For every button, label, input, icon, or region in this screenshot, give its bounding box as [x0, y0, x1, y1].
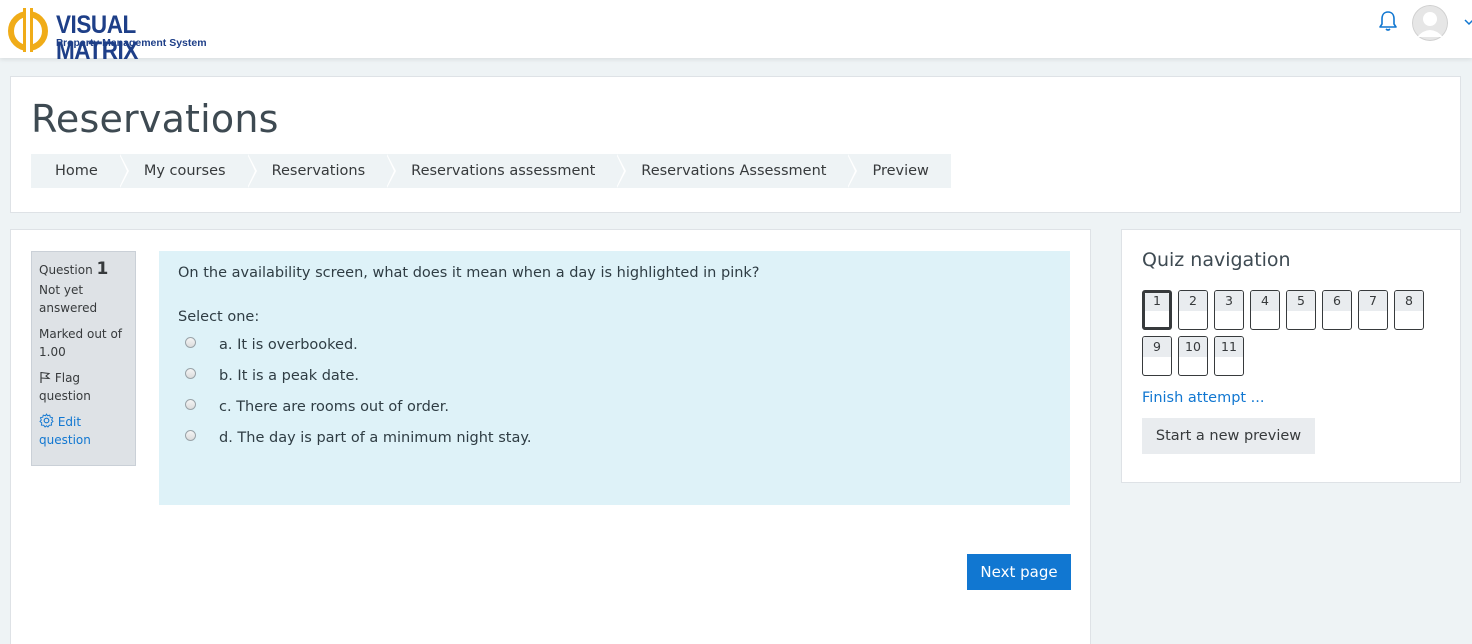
quiz-nav-button-7[interactable]: 7 [1358, 290, 1388, 330]
quiz-nav-button-9[interactable]: 9 [1142, 336, 1172, 376]
answer-label[interactable]: d. The day is part of a minimum night st… [219, 430, 531, 446]
user-avatar-icon [1412, 5, 1448, 41]
answer-label[interactable]: b. It is a peak date. [219, 368, 359, 384]
answer-radio[interactable] [185, 430, 196, 441]
flag-question-link[interactable]: Flag question [39, 369, 128, 405]
answer-option-c[interactable]: c. There are rooms out of order. [178, 391, 1051, 422]
quiz-nav-number: 9 [1143, 337, 1171, 357]
question-grade: Marked out of 1.00 [39, 327, 123, 359]
quiz-nav-number: 5 [1287, 291, 1315, 311]
answer-option-b[interactable]: b. It is a peak date. [178, 360, 1051, 391]
finish-attempt-link[interactable]: Finish attempt ... [1142, 390, 1265, 406]
logo-subtitle: Property Management System [56, 37, 207, 49]
quiz-nav-number: 8 [1395, 291, 1423, 311]
edit-question-link[interactable]: Edit question [39, 413, 128, 449]
breadcrumb: Home My courses Reservations Reservation… [31, 154, 951, 188]
question-number: Question 1 [39, 260, 128, 279]
breadcrumb-item-my-courses[interactable]: My courses [119, 154, 257, 188]
quiz-nav-number: 3 [1215, 291, 1243, 311]
quiz-nav-button-11[interactable]: 11 [1214, 336, 1244, 376]
quiz-nav-button-3[interactable]: 3 [1214, 290, 1244, 330]
question-state: Not yet answered [39, 283, 98, 315]
question-region: Question 1 Not yet answered Marked out o… [10, 229, 1091, 644]
quiz-nav-button-1[interactable]: 1 [1142, 290, 1172, 330]
quiz-nav-button-2[interactable]: 2 [1178, 290, 1208, 330]
avatar[interactable] [1412, 5, 1448, 41]
brand-logo[interactable]: VISUAL MATRIX Property Management System [8, 6, 238, 64]
quiz-nav-number: 7 [1359, 291, 1387, 311]
answer-radio[interactable] [185, 368, 196, 379]
caret-down-icon[interactable] [1464, 18, 1472, 26]
answer-list: a. It is overbooked. b. It is a peak dat… [178, 329, 1051, 453]
question-content: On the availability screen, what does it… [159, 251, 1070, 505]
quiz-nav-number: 4 [1251, 291, 1279, 311]
quiz-nav-number: 2 [1179, 291, 1207, 311]
breadcrumb-item-reservations-assessment-section[interactable]: Reservations assessment [387, 154, 627, 188]
breadcrumb-item-home[interactable]: Home [31, 154, 129, 188]
question-label: Question [39, 263, 93, 277]
breadcrumb-item-reservations[interactable]: Reservations [247, 154, 396, 188]
quiz-nav-button-8[interactable]: 8 [1394, 290, 1424, 330]
quiz-nav-number: 11 [1215, 337, 1243, 357]
quiz-nav-button-10[interactable]: 10 [1178, 336, 1208, 376]
logo-mark-icon [8, 8, 48, 52]
quiz-navigation-title: Quiz navigation [1142, 249, 1291, 271]
answer-radio[interactable] [185, 337, 196, 348]
page-title: Reservations [31, 97, 279, 141]
quiz-nav-button-4[interactable]: 4 [1250, 290, 1280, 330]
gear-icon [39, 413, 54, 428]
start-new-preview-button[interactable]: Start a new preview [1142, 418, 1315, 454]
breadcrumb-item-reservations-assessment-quiz[interactable]: Reservations Assessment [617, 154, 858, 188]
quiz-nav-number: 1 [1145, 293, 1169, 311]
quiz-nav-button-5[interactable]: 5 [1286, 290, 1316, 330]
next-page-button[interactable]: Next page [967, 554, 1071, 590]
flag-icon [40, 371, 51, 383]
answer-prompt: Select one: [178, 309, 260, 325]
quiz-navigation-block: Quiz navigation 1 2 3 4 5 6 7 8 9 10 11 … [1121, 229, 1461, 483]
question-text: On the availability screen, what does it… [178, 265, 760, 281]
page-header: Reservations Home My courses Reservation… [10, 76, 1461, 213]
answer-label[interactable]: c. There are rooms out of order. [219, 399, 449, 415]
answer-option-d[interactable]: d. The day is part of a minimum night st… [178, 422, 1051, 453]
question-number-value: 1 [96, 259, 109, 279]
answer-radio[interactable] [185, 399, 196, 410]
quiz-nav-number: 6 [1323, 291, 1351, 311]
answer-option-a[interactable]: a. It is overbooked. [178, 329, 1051, 360]
top-navbar: VISUAL MATRIX Property Management System [0, 0, 1472, 64]
breadcrumb-item-preview[interactable]: Preview [848, 154, 951, 188]
answer-label[interactable]: a. It is overbooked. [219, 337, 358, 353]
bell-icon[interactable] [1378, 10, 1398, 32]
quiz-nav-number: 10 [1179, 337, 1207, 357]
question-info-panel: Question 1 Not yet answered Marked out o… [31, 251, 136, 466]
quiz-nav-button-6[interactable]: 6 [1322, 290, 1352, 330]
